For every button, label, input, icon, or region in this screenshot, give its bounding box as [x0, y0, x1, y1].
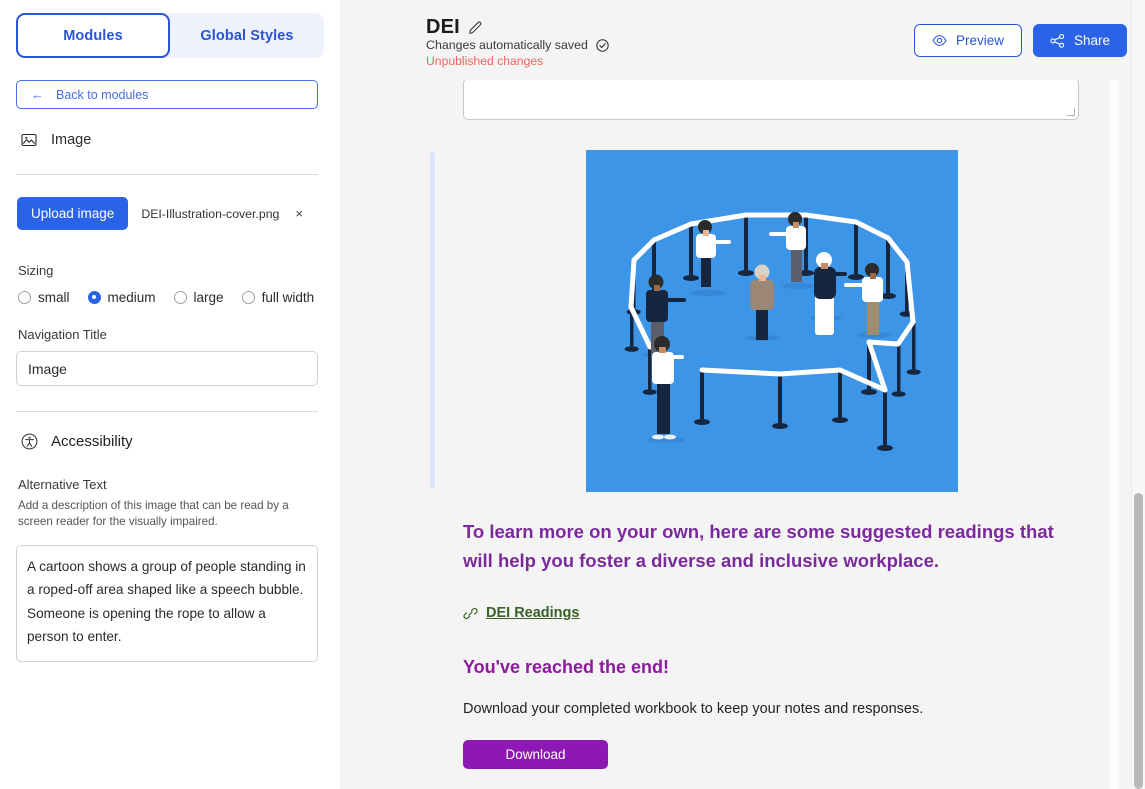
alternative-text-help: Add a description of this image that can…: [16, 498, 306, 531]
arrow-left-icon: ←: [31, 88, 44, 101]
preview-button[interactable]: Preview: [914, 24, 1022, 57]
radio-full-width-icon[interactable]: [242, 291, 255, 304]
sizing-label: Sizing: [16, 263, 324, 278]
upload-image-button[interactable]: Upload image: [17, 197, 128, 230]
sidebar-tabbar: Modules Global Styles: [16, 13, 324, 58]
alternative-text-label: Alternative Text: [16, 477, 324, 492]
check-circle-icon: [596, 39, 609, 52]
sizing-option-full-width-label: full width: [262, 290, 315, 305]
uploaded-file-name: DEI-Illustration-cover.png: [141, 207, 279, 221]
editor-canvas: To learn more on your own, here are some…: [340, 0, 1145, 789]
alternative-text-textarea[interactable]: [16, 545, 318, 662]
sizing-radio-group: small medium large full width: [16, 290, 324, 305]
share-button[interactable]: Share: [1033, 24, 1127, 57]
sizing-option-small[interactable]: small: [18, 290, 70, 305]
download-button[interactable]: Download: [463, 740, 608, 769]
sizing-option-full-width[interactable]: full width: [242, 290, 315, 305]
selected-module-indicator: [430, 152, 435, 489]
link-chain-icon: [463, 606, 478, 621]
navigation-title-label: Navigation Title: [16, 327, 324, 342]
saved-status-row: Changes automatically saved: [426, 38, 609, 52]
edit-pencil-icon[interactable]: [469, 21, 483, 35]
sizing-option-large-label: large: [194, 290, 224, 305]
navigation-title-input[interactable]: [16, 351, 318, 386]
tab-global-styles[interactable]: Global Styles: [170, 13, 324, 58]
dei-illustration[interactable]: [586, 150, 958, 492]
accessibility-icon: [21, 433, 38, 450]
radio-small-icon[interactable]: [18, 291, 31, 304]
end-heading: You've reached the end!: [463, 657, 669, 678]
eye-icon: [932, 34, 947, 47]
image-icon: [21, 132, 37, 148]
sidebar-divider-1: [16, 174, 318, 175]
editor-sidebar: Modules Global Styles ← Back to modules …: [0, 0, 340, 789]
remove-file-icon[interactable]: ×: [295, 206, 303, 221]
end-body-text: Download your completed workbook to keep…: [463, 701, 923, 717]
module-type-label: Image: [51, 132, 91, 148]
accessibility-section-title: Accessibility: [51, 433, 133, 450]
back-to-modules-label: Back to modules: [56, 88, 148, 102]
sizing-option-medium[interactable]: medium: [88, 290, 156, 305]
page-title: DEI: [426, 16, 460, 39]
editor-topbar: DEI Changes automatically saved Unpublis…: [340, 0, 1145, 80]
back-to-modules-button[interactable]: ← Back to modules: [16, 80, 318, 109]
tab-global-styles-label: Global Styles: [200, 28, 293, 44]
text-module-textarea[interactable]: [463, 78, 1079, 120]
accessibility-section-header: Accessibility: [16, 433, 324, 450]
app-root: Modules Global Styles ← Back to modules …: [0, 0, 1145, 789]
sizing-option-medium-label: medium: [108, 290, 156, 305]
sizing-option-small-label: small: [38, 290, 70, 305]
topbar-actions: Preview Share: [914, 24, 1127, 57]
share-button-label: Share: [1074, 33, 1110, 48]
resource-link-row[interactable]: DEI Readings: [463, 605, 579, 621]
tab-modules[interactable]: Modules: [16, 13, 170, 58]
upload-image-row: Upload image DEI-Illustration-cover.png …: [16, 197, 324, 230]
sidebar-divider-2: [16, 411, 318, 412]
share-nodes-icon: [1050, 34, 1065, 48]
dei-readings-link[interactable]: DEI Readings: [486, 605, 579, 621]
preview-button-label: Preview: [956, 33, 1004, 48]
inner-scrollbar-track[interactable]: [1109, 0, 1119, 789]
radio-medium-icon[interactable]: [88, 291, 101, 304]
document-title-row: DEI: [426, 16, 483, 39]
tab-modules-label: Modules: [63, 28, 123, 44]
lead-paragraph: To learn more on your own, here are some…: [463, 518, 1088, 576]
unpublished-changes-status: Unpublished changes: [426, 54, 543, 68]
saved-status-text: Changes automatically saved: [426, 38, 588, 52]
sizing-option-large[interactable]: large: [174, 290, 224, 305]
page-scrollbar-thumb[interactable]: [1134, 493, 1143, 789]
radio-large-icon[interactable]: [174, 291, 187, 304]
module-type-row: Image: [16, 128, 324, 152]
page-scroll-area: To learn more on your own, here are some…: [340, 0, 1145, 789]
